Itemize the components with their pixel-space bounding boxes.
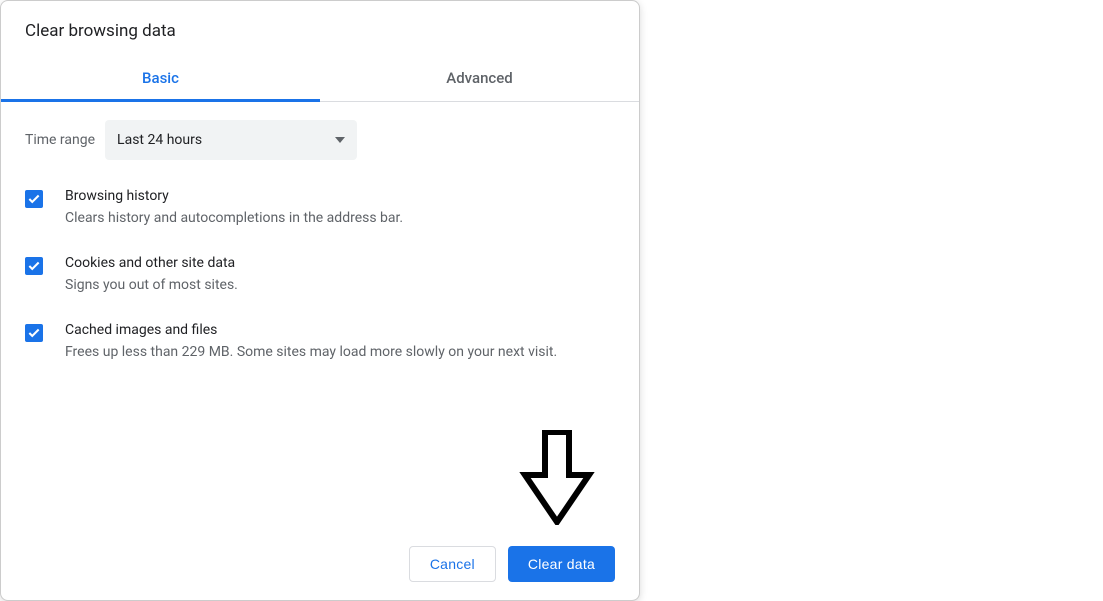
check-icon xyxy=(27,192,41,206)
cancel-button[interactable]: Cancel xyxy=(409,546,496,582)
option-description: Signs you out of most sites. xyxy=(65,275,615,296)
option-title: Cached images and files xyxy=(65,322,615,338)
check-icon xyxy=(27,259,41,273)
dialog-content: Time range Last 24 hours Browsing histor… xyxy=(1,102,639,530)
time-range-label: Time range xyxy=(25,132,95,148)
tab-advanced[interactable]: Advanced xyxy=(320,55,639,101)
time-range-row: Time range Last 24 hours xyxy=(25,120,615,160)
option-text: Cached images and files Frees up less th… xyxy=(65,322,615,363)
time-range-value: Last 24 hours xyxy=(117,132,202,148)
clear-browsing-data-dialog: Clear browsing data Basic Advanced Time … xyxy=(0,0,640,601)
time-range-select[interactable]: Last 24 hours xyxy=(105,120,357,160)
option-title: Browsing history xyxy=(65,188,615,204)
option-description: Frees up less than 229 MB. Some sites ma… xyxy=(65,342,615,363)
option-text: Browsing history Clears history and auto… xyxy=(65,188,615,229)
check-icon xyxy=(27,326,41,340)
dialog-title: Clear browsing data xyxy=(1,1,639,55)
checkbox-cookies[interactable] xyxy=(25,257,43,275)
chevron-down-icon xyxy=(335,137,345,143)
tabs: Basic Advanced xyxy=(1,55,639,102)
tab-basic[interactable]: Basic xyxy=(1,55,320,101)
checkbox-browsing-history[interactable] xyxy=(25,190,43,208)
clear-data-button[interactable]: Clear data xyxy=(508,546,615,582)
option-cookies: Cookies and other site data Signs you ou… xyxy=(25,255,615,296)
option-browsing-history: Browsing history Clears history and auto… xyxy=(25,188,615,229)
checkbox-cache[interactable] xyxy=(25,324,43,342)
option-text: Cookies and other site data Signs you ou… xyxy=(65,255,615,296)
option-cache: Cached images and files Frees up less th… xyxy=(25,322,615,363)
option-title: Cookies and other site data xyxy=(65,255,615,271)
dialog-actions: Cancel Clear data xyxy=(1,530,639,600)
option-description: Clears history and autocompletions in th… xyxy=(65,208,615,229)
